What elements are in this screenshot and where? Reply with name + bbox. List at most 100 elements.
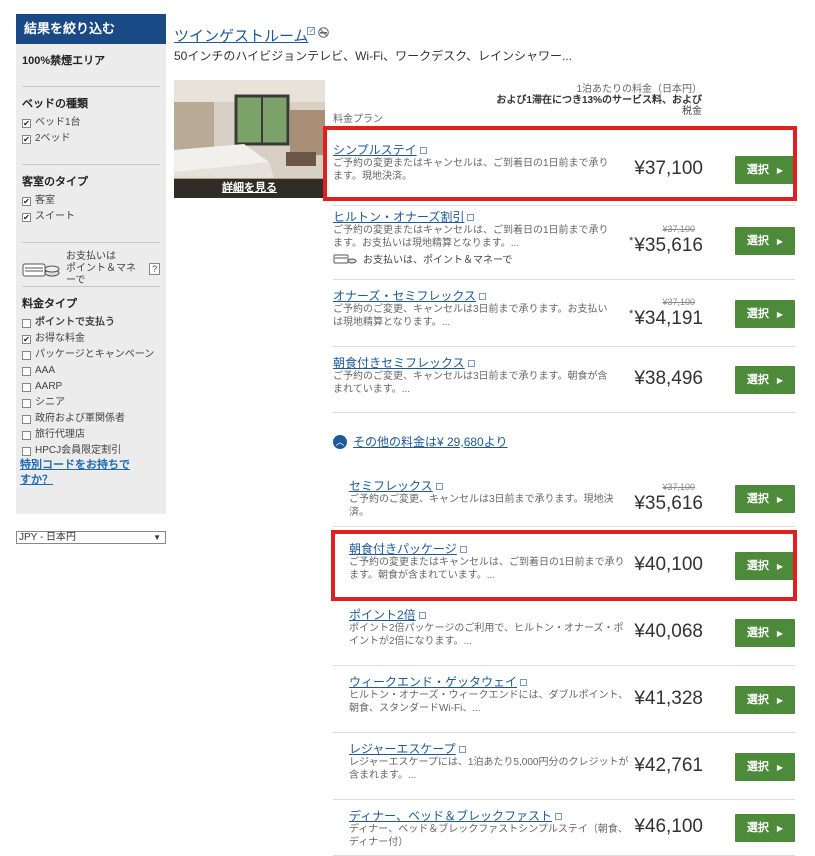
external-link-icon — [419, 147, 427, 155]
checkbox[interactable] — [22, 415, 31, 424]
caret-right-icon: ▶ — [776, 236, 784, 246]
rate-row: ヒルトン・オナーズ割引 ご予約の変更またはキャンセルは、ご到着日の1日前まで承りま… — [333, 201, 795, 280]
select-button[interactable]: 選択 ▶ — [735, 299, 795, 328]
no-smoking-icon — [318, 27, 329, 38]
rate-filter-2[interactable]: パッケージとキャンペーン — [22, 349, 160, 361]
select-button[interactable]: 選択 ▶ — [735, 814, 795, 842]
rate-type-title: 料金タイプ — [22, 298, 77, 310]
checkbox-label: AAA — [35, 365, 56, 376]
rate-name-link[interactable]: ポイント2倍 — [349, 606, 426, 623]
filter-sidebar: 結果を絞り込む 100%禁煙エリア ベッドの種類 ✔ ベッド1台 ✔ 2ベッド 客室の… — [16, 14, 166, 514]
rate-name-link[interactable]: セミフレックス — [349, 477, 443, 494]
rate-description: ポイント2倍パッケージのご利用で、ヒルトン・オナーズ・ポイントが2倍になります。… — [349, 623, 624, 647]
select-button[interactable]: 選択 ▶ — [735, 156, 795, 184]
help-icon[interactable]: ? — [149, 263, 160, 275]
rate-price: ¥42,761 — [634, 755, 703, 777]
room-filter-0[interactable]: ✔ 客室 — [22, 195, 160, 207]
nonsmoking-filter[interactable]: 100%禁煙エリア — [22, 52, 160, 74]
checkbox[interactable] — [22, 447, 31, 456]
select-label: 選択 — [746, 822, 769, 834]
external-link-icon — [435, 483, 443, 491]
select-button[interactable]: 選択 ▶ — [735, 366, 795, 394]
rate-name-link[interactable]: ヒルトン・オナーズ割引 — [333, 208, 475, 225]
rate-name-link[interactable]: 朝食付きセミフレックス — [333, 354, 475, 371]
rate-name-link[interactable]: ウィークエンド・ゲッタウェイ — [349, 673, 528, 690]
select-label: 選択 — [746, 492, 769, 505]
bed-type-section: ベッドの種類 ✔ ベッド1台 ✔ 2ベッド — [22, 95, 160, 149]
select-label: 選択 — [746, 626, 769, 639]
nonsmoking-label: 100%禁煙エリア — [22, 55, 106, 67]
rate-name: セミフレックス — [349, 479, 433, 493]
external-link-icon — [307, 27, 315, 35]
rate-name-link[interactable]: 朝食付きパッケージ — [349, 540, 467, 557]
select-button[interactable]: 選択 ▶ — [735, 685, 795, 714]
special-code-link[interactable]: 特別コードをお持ちですか？ — [20, 458, 138, 488]
checkbox-label: パッケージとキャンペーン — [35, 349, 155, 360]
external-link-icon — [458, 746, 466, 754]
checkbox[interactable] — [22, 351, 31, 360]
rate-description: ご予約のご変更、キャンセルは3日前まで承ります。お支払いは現地精算となります。.… — [333, 304, 608, 328]
bed-filter-0[interactable]: ✔ ベッド1台 — [22, 117, 160, 129]
checkbox-checked[interactable]: ✔ — [22, 119, 31, 128]
rate-price: ¥38,496 — [634, 368, 703, 390]
rate-filter-7[interactable]: 旅行代理店 — [22, 429, 160, 441]
checkbox-checked[interactable]: ✔ — [22, 213, 31, 222]
rate-price-value: ¥41,328 — [634, 687, 703, 709]
chevron-down-icon: ▼ — [153, 533, 161, 542]
rate-name-link[interactable]: オナーズ・セミフレックス — [333, 287, 487, 304]
rate-filter-5[interactable]: シニア — [22, 397, 160, 409]
original-price: ¥37,100 — [662, 481, 695, 492]
rate-row: 朝食付きパッケージ ご予約の変更またはキャンセルは、ご到着日の1日前まで承ります。… — [333, 533, 795, 599]
rate-filter-4[interactable]: AARP — [22, 381, 160, 393]
rate-type-section: 料金タイプ ポイントで支払う ✔ お得な料金パッケージとキャンペーン AAA AARP シ… — [22, 295, 160, 461]
checkbox-label: 2ベッド — [35, 133, 71, 144]
bed-filter-1[interactable]: ✔ 2ベッド — [22, 133, 160, 145]
rate-filter-1[interactable]: ✔ お得な料金 — [22, 333, 160, 345]
rate-price: *¥34,191 — [629, 308, 703, 330]
rate-name-link[interactable]: ディナー、ベッド＆ブレックファスト — [349, 807, 563, 824]
checkbox-checked[interactable]: ✔ — [22, 335, 31, 344]
currency-select[interactable]: JPY - 日本円 ▼ — [16, 531, 166, 544]
checkbox[interactable] — [22, 319, 31, 328]
rate-name: オナーズ・セミフレックス — [333, 289, 477, 303]
rate-row: レジャーエスケープ レジャーエスケープには、1泊あたり5,000円分のクレジットが… — [333, 733, 795, 800]
checkbox[interactable] — [22, 367, 31, 376]
checkbox[interactable] — [22, 431, 31, 440]
checkbox-checked[interactable]: ✔ — [22, 197, 31, 206]
points-money-filter[interactable]: お支払いは ポイント＆マネーで ? — [22, 251, 160, 287]
checkbox[interactable] — [22, 399, 31, 408]
external-link-icon — [467, 214, 475, 222]
points-money-icon — [22, 263, 60, 277]
room-title[interactable]: ツインゲストルーム — [174, 25, 309, 46]
rate-filter-0[interactable]: ポイントで支払う — [22, 317, 160, 329]
rate-filter-8[interactable]: HPCJ会員限定割引 — [22, 445, 160, 457]
rate-price-value: ¥35,616 — [634, 234, 703, 256]
rate-name-link[interactable]: シンプルステイ — [333, 141, 427, 158]
chevron-up-icon: ︿ — [333, 434, 347, 449]
rate-name: 朝食付きセミフレックス — [333, 356, 465, 370]
rate-filter-6[interactable]: 政府および軍関係者 — [22, 413, 160, 425]
price-header-line-1: 1泊あたりの料金（日本円） — [576, 84, 702, 95]
room-filter-1[interactable]: ✔ スイート — [22, 211, 160, 223]
checkbox[interactable] — [22, 383, 31, 392]
more-rates-toggle[interactable]: ︿ その他の料金は¥ 29,680より — [333, 433, 507, 450]
rate-filter-3[interactable]: AAA — [22, 365, 160, 377]
checkbox-label: お得な料金 — [35, 333, 85, 344]
rate-description: ご予約のご変更、キャンセルは3日前まで承ります。朝食が含まれています。... — [333, 371, 608, 395]
rate-name-link[interactable]: レジャーエスケープ — [349, 740, 466, 757]
divider — [22, 164, 160, 165]
rate-description: ヒルトン・オナーズ・ウィークエンドには、ダブルポイント、朝食、スタンダードWi-… — [349, 690, 629, 714]
select-button[interactable]: 選択 ▶ — [735, 618, 795, 647]
select-button[interactable]: 選択 ▶ — [735, 552, 795, 580]
rate-price: ¥46,100 — [634, 816, 703, 838]
select-button[interactable]: 選択 ▶ — [735, 226, 795, 255]
checkbox-checked[interactable]: ✔ — [22, 135, 31, 144]
rate-name: 朝食付きパッケージ — [349, 542, 457, 556]
room-details-link[interactable]: 詳細を見る — [174, 179, 325, 198]
select-button[interactable]: 選択 ▶ — [735, 752, 795, 781]
select-button[interactable]: 選択 ▶ — [735, 484, 795, 513]
points-money-text: お支払いは、ポイント＆マネーで — [363, 255, 513, 266]
room-photo[interactable]: 詳細を見る — [174, 80, 325, 198]
caret-right-icon: ▶ — [776, 166, 784, 175]
select-label: 選択 — [746, 307, 769, 320]
